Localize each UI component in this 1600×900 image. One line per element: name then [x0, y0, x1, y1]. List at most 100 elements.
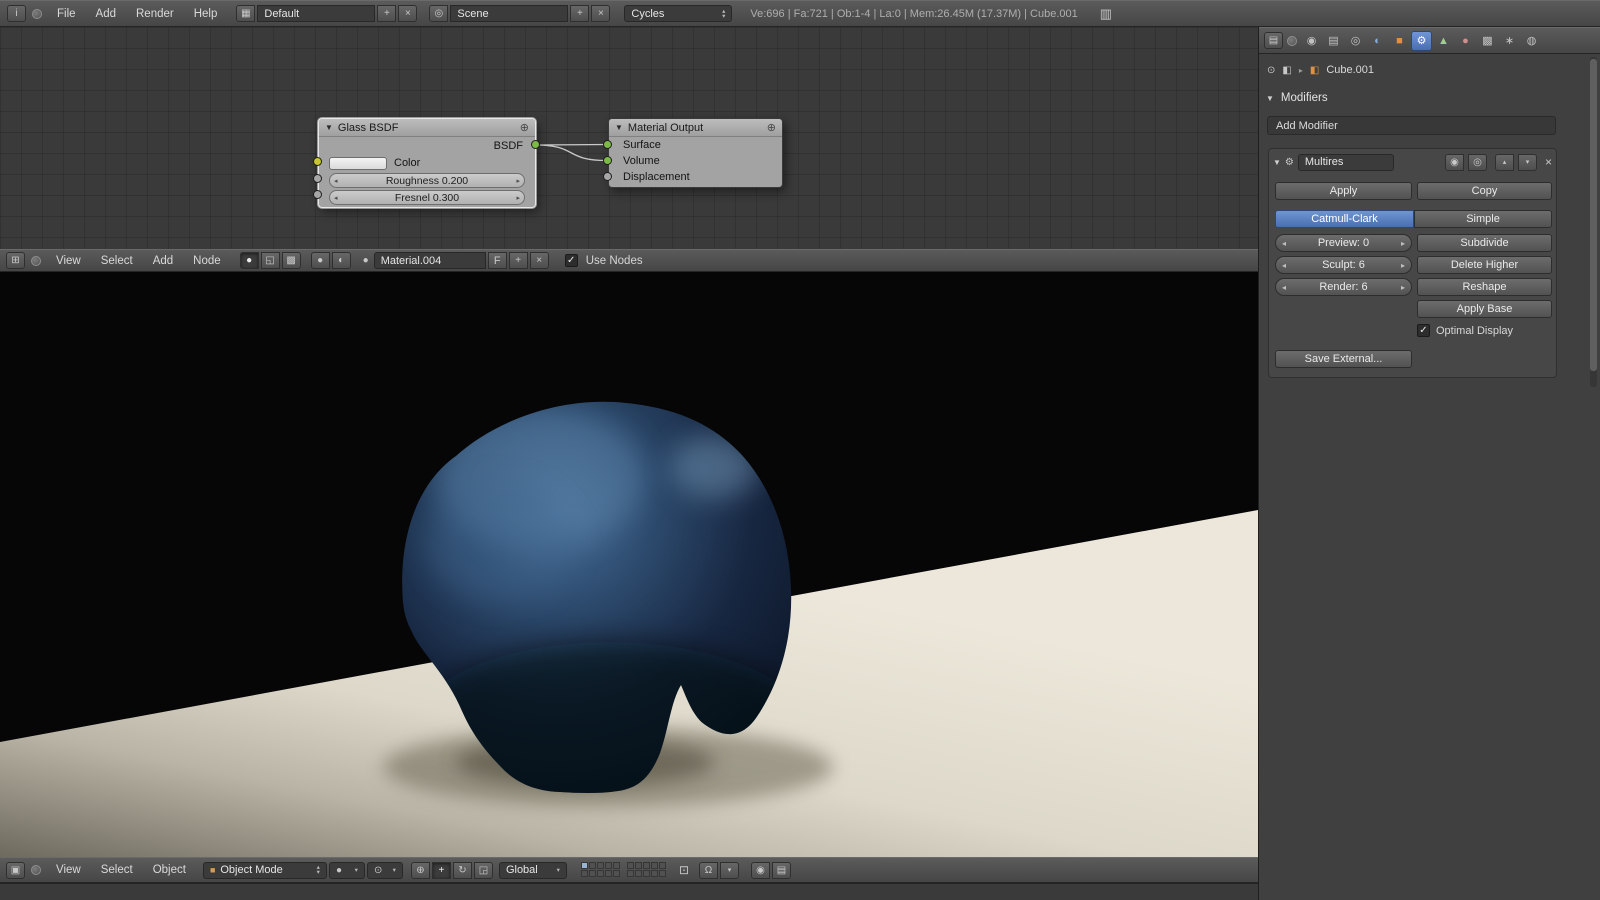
render-engine-select[interactable]: Cycles ▴ ▾ — [624, 5, 733, 22]
optimal-display-checkbox[interactable]: ✓ — [1417, 324, 1430, 337]
render-still-icon[interactable]: ◉ — [751, 861, 770, 879]
scene-browse-icon[interactable]: ◎ — [429, 5, 449, 22]
subdivide-button[interactable]: Subdivide — [1417, 234, 1552, 252]
tab-texture[interactable]: ▩ — [1477, 31, 1498, 51]
menu-view[interactable]: View — [47, 864, 90, 876]
slider-left-icon[interactable]: ◂ — [334, 177, 338, 185]
fake-user-button[interactable]: F — [487, 252, 507, 269]
viewport-editor-type-icon[interactable]: ▣ — [6, 861, 25, 879]
menu-render[interactable]: Render — [127, 8, 183, 20]
manipulator-toggle-icon[interactable]: ⊕ — [410, 861, 430, 879]
render-anim-icon[interactable]: ▤ — [772, 861, 791, 879]
color-swatch[interactable] — [329, 156, 387, 170]
menu-select[interactable]: Select — [92, 255, 142, 267]
stepper-right-icon[interactable]: ▸ — [1401, 261, 1405, 270]
tab-modifiers[interactable]: ⚙ — [1411, 30, 1432, 51]
glass-node-header[interactable]: ▼ Glass BSDF ⊕ — [319, 119, 535, 137]
stepper-left-icon[interactable]: ◂ — [1282, 283, 1286, 292]
menu-select[interactable]: Select — [92, 864, 142, 876]
modifier-move-down-icon[interactable]: ▾ — [1517, 153, 1537, 171]
glass-bsdf-node[interactable]: ▼ Glass BSDF ⊕ BSDF Color ◂ Roughness 0.… — [318, 118, 536, 208]
scene-name[interactable]: Scene — [450, 5, 569, 22]
tab-particles[interactable]: ∗ — [1499, 31, 1520, 51]
node-editor-type-icon[interactable]: ⊞ — [6, 252, 25, 269]
catmull-clark-toggle[interactable]: Catmull-Clark — [1275, 210, 1414, 228]
slider-left-icon[interactable]: ◂ — [334, 194, 338, 202]
object-context-icon[interactable]: ◧ — [1282, 65, 1291, 76]
world-shader-icon[interactable]: ◐ — [331, 252, 351, 269]
shader-nodes-icon[interactable]: ● — [239, 252, 259, 269]
editor-type-info-icon[interactable]: i — [7, 5, 26, 22]
rotate-manipulator-icon[interactable]: ↻ — [452, 861, 472, 879]
modifier-viewport-toggle-icon[interactable]: ◎ — [1467, 153, 1487, 171]
menu-file[interactable]: File — [48, 8, 85, 20]
node-plus-icon[interactable]: ⊕ — [520, 121, 529, 134]
layers-group-1[interactable] — [580, 862, 621, 878]
tab-object-data[interactable]: ▲ — [1433, 31, 1454, 51]
stepper-left-icon[interactable]: ◂ — [1282, 239, 1286, 248]
collapse-node-icon[interactable]: ▼ — [325, 123, 333, 132]
material-name-field[interactable]: Material.004 — [373, 252, 486, 269]
roughness-input-socket[interactable] — [313, 174, 322, 183]
menu-add[interactable]: Add — [144, 255, 182, 267]
tab-render-layers[interactable]: ▤ — [1323, 31, 1344, 51]
scale-manipulator-icon[interactable]: ◲ — [473, 861, 493, 879]
modifier-delete-icon[interactable]: × — [1545, 155, 1552, 169]
simple-toggle[interactable]: Simple — [1414, 210, 1552, 228]
pin-icon[interactable]: ⊙ — [1267, 65, 1275, 76]
properties-editor-type-icon[interactable]: ▤ — [1264, 32, 1283, 49]
menu-node[interactable]: Node — [184, 255, 230, 267]
tab-material[interactable]: ● — [1455, 31, 1476, 51]
translate-manipulator-icon[interactable]: + — [431, 861, 451, 879]
scene-delete-button[interactable]: × — [591, 5, 611, 22]
menu-add[interactable]: Add — [87, 8, 125, 20]
modifier-render-toggle-icon[interactable]: ◉ — [1444, 153, 1464, 171]
screen-layout-browse-icon[interactable]: ▦ — [236, 5, 256, 22]
add-modifier-button[interactable]: Add Modifier — [1267, 116, 1556, 135]
collapse-menus-icon[interactable] — [31, 865, 41, 875]
collapse-menus-icon[interactable] — [31, 255, 41, 266]
reshape-button[interactable]: Reshape — [1417, 278, 1552, 296]
object-shader-icon[interactable]: ● — [310, 252, 330, 269]
apply-base-button[interactable]: Apply Base — [1417, 300, 1552, 318]
roughness-slider[interactable]: ◂ Roughness 0.200 ▸ — [329, 173, 525, 188]
snap-mode-icon[interactable]: ▾ — [720, 861, 739, 879]
compositing-nodes-icon[interactable]: ◱ — [260, 252, 280, 269]
collapse-menus-icon[interactable] — [1287, 35, 1297, 46]
stepper-left-icon[interactable]: ◂ — [1282, 261, 1286, 270]
displacement-input-socket[interactable] — [603, 172, 612, 181]
modifier-move-up-icon[interactable]: ▴ — [1494, 153, 1514, 171]
tab-physics[interactable]: ◍ — [1521, 31, 1542, 51]
apply-button[interactable]: Apply — [1275, 182, 1412, 200]
volume-input-socket[interactable] — [603, 156, 612, 165]
stepper-right-icon[interactable]: ▸ — [1401, 283, 1405, 292]
lock-icon[interactable]: ⊡ — [679, 863, 689, 877]
fresnel-input-socket[interactable] — [313, 190, 322, 199]
screen-layout-name[interactable]: Default — [257, 5, 376, 22]
copy-button[interactable]: Copy — [1417, 182, 1552, 200]
panel-scrollbar-thumb[interactable] — [1590, 59, 1597, 371]
modifier-expand-icon[interactable]: ▼ — [1273, 158, 1281, 167]
panel-scrollbar[interactable] — [1590, 57, 1597, 387]
menu-view[interactable]: View — [47, 255, 90, 267]
screen-layout-add-button[interactable]: + — [377, 5, 397, 22]
menu-help[interactable]: Help — [185, 8, 227, 20]
node-link-volume[interactable] — [534, 144, 608, 162]
tab-render[interactable]: ◉ — [1301, 31, 1322, 51]
delete-higher-button[interactable]: Delete Higher — [1417, 256, 1552, 274]
output-node-header[interactable]: ▼ Material Output ⊕ — [609, 119, 782, 137]
bsdf-output-socket[interactable] — [531, 140, 540, 149]
mode-select[interactable]: ■ Object Mode ▴ ▾ — [202, 861, 327, 879]
render-stepper[interactable]: ◂ Render: 6 ▸ — [1275, 278, 1412, 296]
screen-layout-delete-button[interactable]: × — [398, 5, 418, 22]
slider-right-icon[interactable]: ▸ — [516, 194, 520, 202]
slider-right-icon[interactable]: ▸ — [516, 177, 520, 185]
tab-scene[interactable]: ◎ — [1345, 31, 1366, 51]
section-expand-icon[interactable]: ▼ — [1266, 94, 1274, 103]
orientation-select[interactable]: Global ▾ — [498, 861, 567, 879]
color-input-socket[interactable] — [313, 157, 322, 166]
node-plus-icon[interactable]: ⊕ — [767, 121, 776, 134]
preview-stepper[interactable]: ◂ Preview: 0 ▸ — [1275, 234, 1412, 252]
surface-input-socket[interactable] — [603, 140, 612, 149]
tab-object[interactable]: ■ — [1389, 31, 1410, 51]
